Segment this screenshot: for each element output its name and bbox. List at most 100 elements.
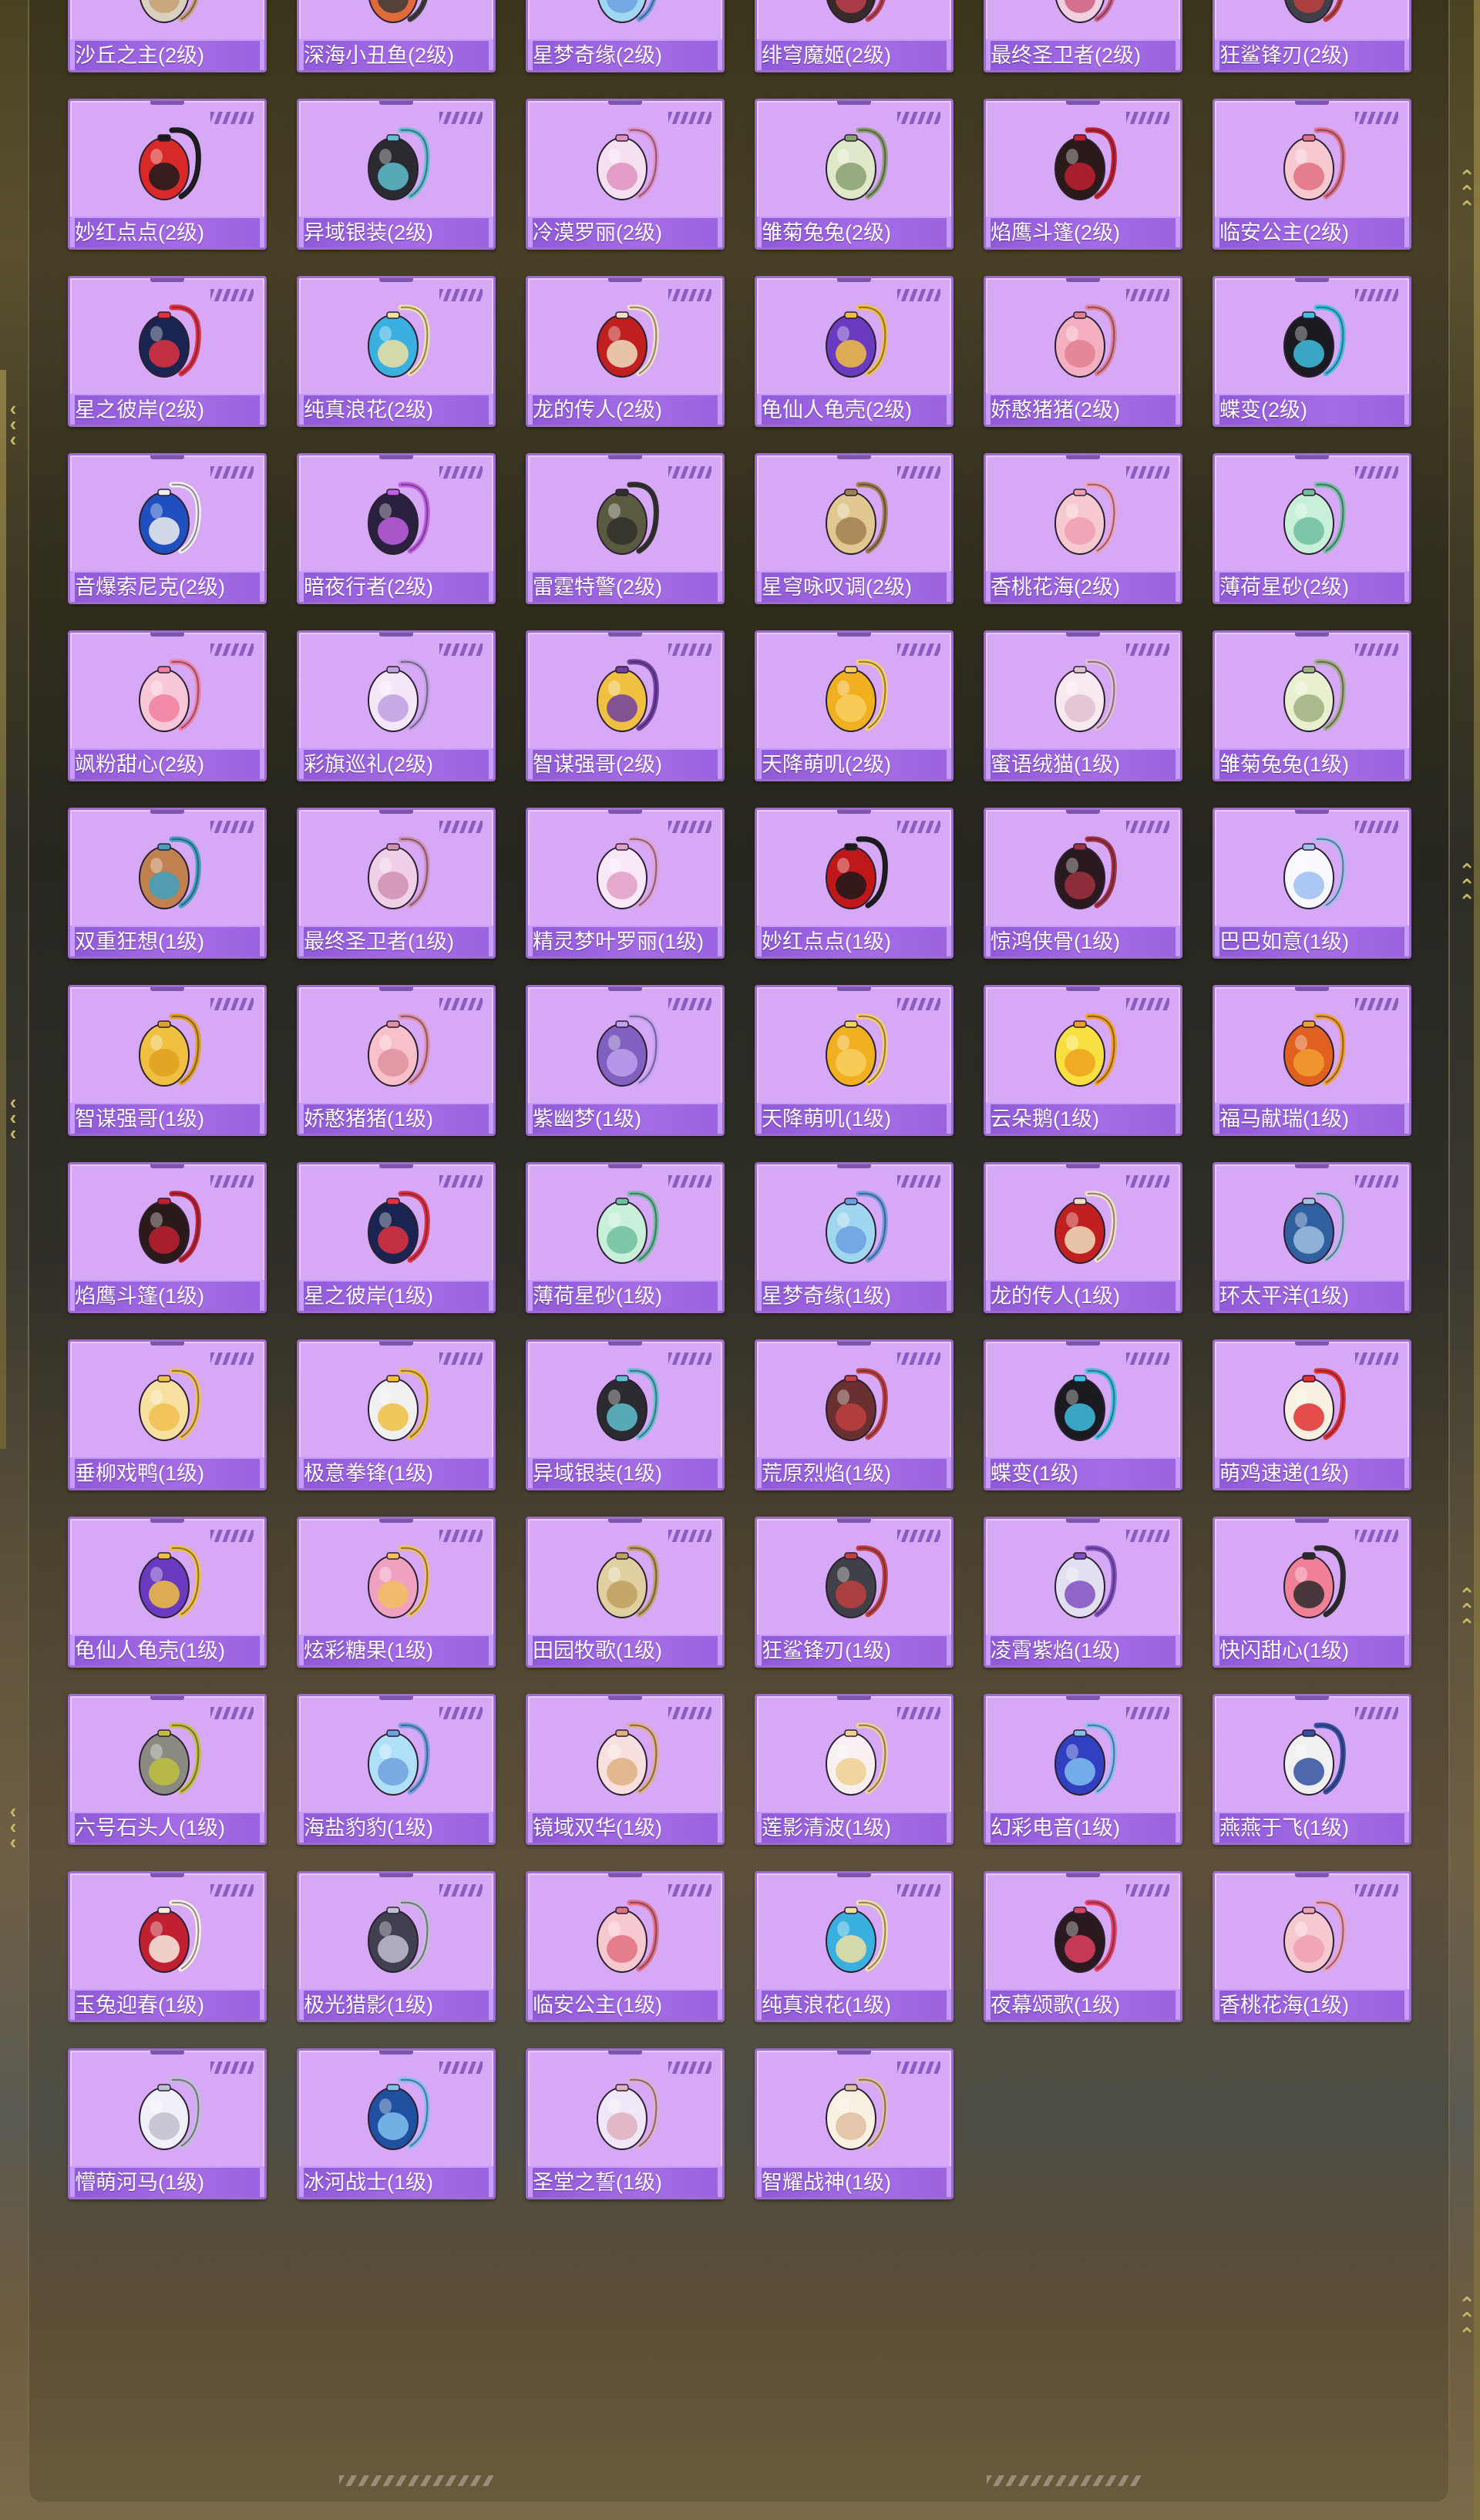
label-corner-right xyxy=(947,927,951,956)
backpack-item-card[interactable]: 星之彼岸(1级) xyxy=(297,1162,496,1313)
item-name-label: 环太平洋(1级) xyxy=(1219,1285,1349,1308)
backpack-icon xyxy=(139,836,201,909)
label-corner-right xyxy=(1404,1459,1409,1488)
backpack-item-card[interactable]: 临安公主(1级) xyxy=(526,1871,725,2022)
backpack-item-card[interactable]: 雷霆特警(2级) xyxy=(526,453,725,604)
backpack-item-card[interactable]: 镜域双华(1级) xyxy=(526,1694,725,1845)
backpack-item-card[interactable]: 娇憨猪猪(1级) xyxy=(297,985,496,1136)
backpack-item-card[interactable]: 福马献瑞(1级) xyxy=(1213,985,1411,1136)
backpack-item-card[interactable]: 狂鲨锋刃(2级) xyxy=(1213,0,1411,72)
backpack-item-card[interactable]: 飒粉甜心(2级) xyxy=(68,630,267,781)
backpack-item-card[interactable]: 智谋强哥(1级) xyxy=(68,985,267,1136)
backpack-item-card[interactable]: 香桃花海(2级) xyxy=(984,453,1182,604)
backpack-item-card[interactable]: 龟仙人龟壳(2级) xyxy=(755,276,954,427)
backpack-item-card[interactable]: 蝶变(2级) xyxy=(1213,276,1411,427)
backpack-item-card[interactable]: 燕燕于飞(1级) xyxy=(1213,1694,1411,1845)
right-chevron-decor-1: ⌃ ⌃ ⌃ xyxy=(1458,166,1475,220)
backpack-item-card[interactable]: 冰河战士(1级) xyxy=(297,2048,496,2199)
backpack-item-card[interactable]: 冷漠罗丽(2级) xyxy=(526,99,725,250)
backpack-item-card[interactable]: 星穹咏叹调(2级) xyxy=(755,453,954,604)
label-corner-right xyxy=(1176,1104,1180,1134)
backpack-item-card[interactable]: 极意拳锋(1级) xyxy=(297,1339,496,1490)
backpack-item-card[interactable]: 双重狂想(1级) xyxy=(68,808,267,959)
backpack-item-card[interactable]: 精灵梦叶罗丽(1级) xyxy=(526,808,725,959)
backpack-item-card[interactable]: 焰鹰斗篷(2级) xyxy=(984,99,1182,250)
backpack-item-card[interactable]: 异域银装(2级) xyxy=(297,99,496,250)
label-corner-right xyxy=(489,1813,493,1843)
backpack-item-card[interactable]: 炫彩糖果(1级) xyxy=(297,1517,496,1668)
backpack-item-card[interactable]: 星之彼岸(2级) xyxy=(68,276,267,427)
backpack-item-card[interactable]: 音爆索尼克(2级) xyxy=(68,453,267,604)
backpack-item-card[interactable]: 龙的传人(1级) xyxy=(984,1162,1182,1313)
backpack-item-card[interactable]: 垂柳戏鸭(1级) xyxy=(68,1339,267,1490)
backpack-icon xyxy=(368,1191,430,1264)
backpack-item-card[interactable]: 星梦奇缘(2级) xyxy=(526,0,725,72)
item-name-label: 蜜语绒猫(1级) xyxy=(991,753,1120,776)
backpack-item-card[interactable]: 薄荷星砂(2级) xyxy=(1213,453,1411,604)
backpack-item-card[interactable]: 龟仙人龟壳(1级) xyxy=(68,1517,267,1668)
backpack-item-card[interactable]: 环太平洋(1级) xyxy=(1213,1162,1411,1313)
backpack-item-card[interactable]: 惊鸿侠骨(1级) xyxy=(984,808,1182,959)
backpack-item-card[interactable]: 雏菊兔兔(1级) xyxy=(1213,630,1411,781)
backpack-item-card[interactable]: 狂鲨锋刃(1级) xyxy=(755,1517,954,1668)
backpack-item-card[interactable]: 智谋强哥(2级) xyxy=(526,630,725,781)
label-corner-right xyxy=(1404,1282,1409,1311)
item-label-bar: 六号石头人(1级) xyxy=(70,1812,264,1843)
backpack-item-card[interactable]: 妙红点点(2级) xyxy=(68,99,267,250)
backpack-item-card[interactable]: 巴巴如意(1级) xyxy=(1213,808,1411,959)
item-label-bar: 双重狂想(1级) xyxy=(70,926,264,956)
backpack-item-card[interactable]: 星梦奇缘(1级) xyxy=(755,1162,954,1313)
backpack-item-card[interactable]: 极光猎影(1级) xyxy=(297,1871,496,2022)
backpack-item-card[interactable]: 焰鹰斗篷(1级) xyxy=(68,1162,267,1313)
item-name-label: 星梦奇缘(2级) xyxy=(533,44,662,67)
backpack-icon xyxy=(597,2077,659,2150)
backpack-item-card[interactable]: 夜幕颂歌(1级) xyxy=(984,1871,1182,2022)
backpack-icon xyxy=(1283,304,1346,378)
backpack-item-card[interactable]: 沙丘之主(2级) xyxy=(68,0,267,72)
backpack-item-card[interactable]: 暗夜行者(2级) xyxy=(297,453,496,604)
backpack-item-card[interactable]: 香桃花海(1级) xyxy=(1213,1871,1411,2022)
backpack-item-card[interactable]: 圣堂之誓(1级) xyxy=(526,2048,725,2199)
backpack-item-card[interactable]: 玉兔迎春(1级) xyxy=(68,1871,267,2022)
card-top-tab xyxy=(379,810,413,814)
backpack-item-card[interactable]: 娇憨猪猪(2级) xyxy=(984,276,1182,427)
backpack-item-card[interactable]: 快闪甜心(1级) xyxy=(1213,1517,1411,1668)
backpack-item-card[interactable]: 紫幽梦(1级) xyxy=(526,985,725,1136)
backpack-item-card[interactable]: 薄荷星砂(1级) xyxy=(526,1162,725,1313)
item-label-bar: 天降萌叽(1级) xyxy=(757,1103,951,1134)
backpack-item-card[interactable]: 天降萌叽(2级) xyxy=(755,630,954,781)
backpack-item-card[interactable]: 莲影清波(1级) xyxy=(755,1694,954,1845)
backpack-item-card[interactable]: 荒原烈焰(1级) xyxy=(755,1339,954,1490)
backpack-item-card[interactable]: 妙红点点(1级) xyxy=(755,808,954,959)
card-stripe-decor xyxy=(897,1352,940,1365)
card-stripe-decor xyxy=(668,998,711,1010)
label-corner-right xyxy=(947,395,951,425)
backpack-item-card[interactable]: 凌霄紫焰(1级) xyxy=(984,1517,1182,1668)
card-top-tab xyxy=(1066,1696,1100,1700)
backpack-item-card[interactable]: 田园牧歌(1级) xyxy=(526,1517,725,1668)
backpack-item-card[interactable]: 蜜语绒猫(1级) xyxy=(984,630,1182,781)
label-corner-right xyxy=(718,218,722,247)
backpack-item-card[interactable]: 天降萌叽(1级) xyxy=(755,985,954,1136)
backpack-item-card[interactable]: 最终圣卫者(2级) xyxy=(984,0,1182,72)
item-name-label: 智谋强哥(2级) xyxy=(533,753,662,776)
backpack-item-card[interactable]: 纯真浪花(1级) xyxy=(755,1871,954,2022)
backpack-item-card[interactable]: 深海小丑鱼(2级) xyxy=(297,0,496,72)
backpack-item-card[interactable]: 彩旗巡礼(2级) xyxy=(297,630,496,781)
backpack-item-card[interactable]: 幻彩电音(1级) xyxy=(984,1694,1182,1845)
backpack-item-card[interactable]: 六号石头人(1级) xyxy=(68,1694,267,1845)
backpack-item-card[interactable]: 龙的传人(2级) xyxy=(526,276,725,427)
backpack-item-card[interactable]: 智耀战神(1级) xyxy=(755,2048,954,2199)
backpack-item-card[interactable]: 萌鸡速递(1级) xyxy=(1213,1339,1411,1490)
backpack-item-card[interactable]: 临安公主(2级) xyxy=(1213,99,1411,250)
backpack-item-card[interactable]: 懵萌河马(1级) xyxy=(68,2048,267,2199)
backpack-item-card[interactable]: 雏菊兔兔(2级) xyxy=(755,99,954,250)
backpack-item-card[interactable]: 云朵鹅(1级) xyxy=(984,985,1182,1136)
backpack-item-card[interactable]: 纯真浪花(2级) xyxy=(297,276,496,427)
backpack-item-card[interactable]: 绯穹魔姬(2级) xyxy=(755,0,954,72)
backpack-item-card[interactable]: 海盐豹豹(1级) xyxy=(297,1694,496,1845)
backpack-item-card[interactable]: 蝶变(1级) xyxy=(984,1339,1182,1490)
backpack-item-card[interactable]: 异域银装(1级) xyxy=(526,1339,725,1490)
item-label-bar: 智谋强哥(1级) xyxy=(70,1103,264,1134)
backpack-item-card[interactable]: 最终圣卫者(1级) xyxy=(297,808,496,959)
